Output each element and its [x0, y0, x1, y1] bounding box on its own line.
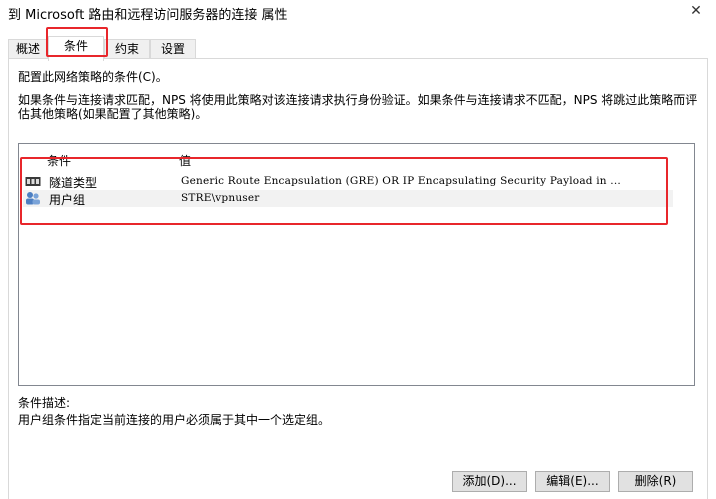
condition-description-text: 用户组条件指定当前连接的用户必须属于其中一个选定组。: [18, 413, 331, 427]
policy-description: 如果条件与连接请求匹配，NPS 将使用此策略对该连接请求执行身份验证。如果条件与…: [18, 93, 698, 121]
condition-description-label: 条件描述:: [18, 396, 71, 410]
title-bar: 到 Microsoft 路由和远程访问服务器的连接 属性 ✕: [0, 0, 716, 26]
edit-button[interactable]: 编辑(E)...: [535, 471, 610, 492]
tab-constraints[interactable]: 约束: [104, 39, 150, 60]
tab-overview[interactable]: 概述: [8, 39, 48, 60]
tab-highlight-box: [46, 27, 108, 57]
list-highlight-box: [20, 157, 668, 225]
window-title: 到 Microsoft 路由和远程访问服务器的连接 属性: [8, 8, 288, 23]
page-heading: 配置此网络策略的条件(C)。: [18, 70, 168, 84]
tab-settings[interactable]: 设置: [150, 39, 196, 60]
close-icon[interactable]: ✕: [676, 0, 716, 22]
add-button[interactable]: 添加(D)...: [452, 471, 527, 492]
remove-button[interactable]: 删除(R): [618, 471, 693, 492]
